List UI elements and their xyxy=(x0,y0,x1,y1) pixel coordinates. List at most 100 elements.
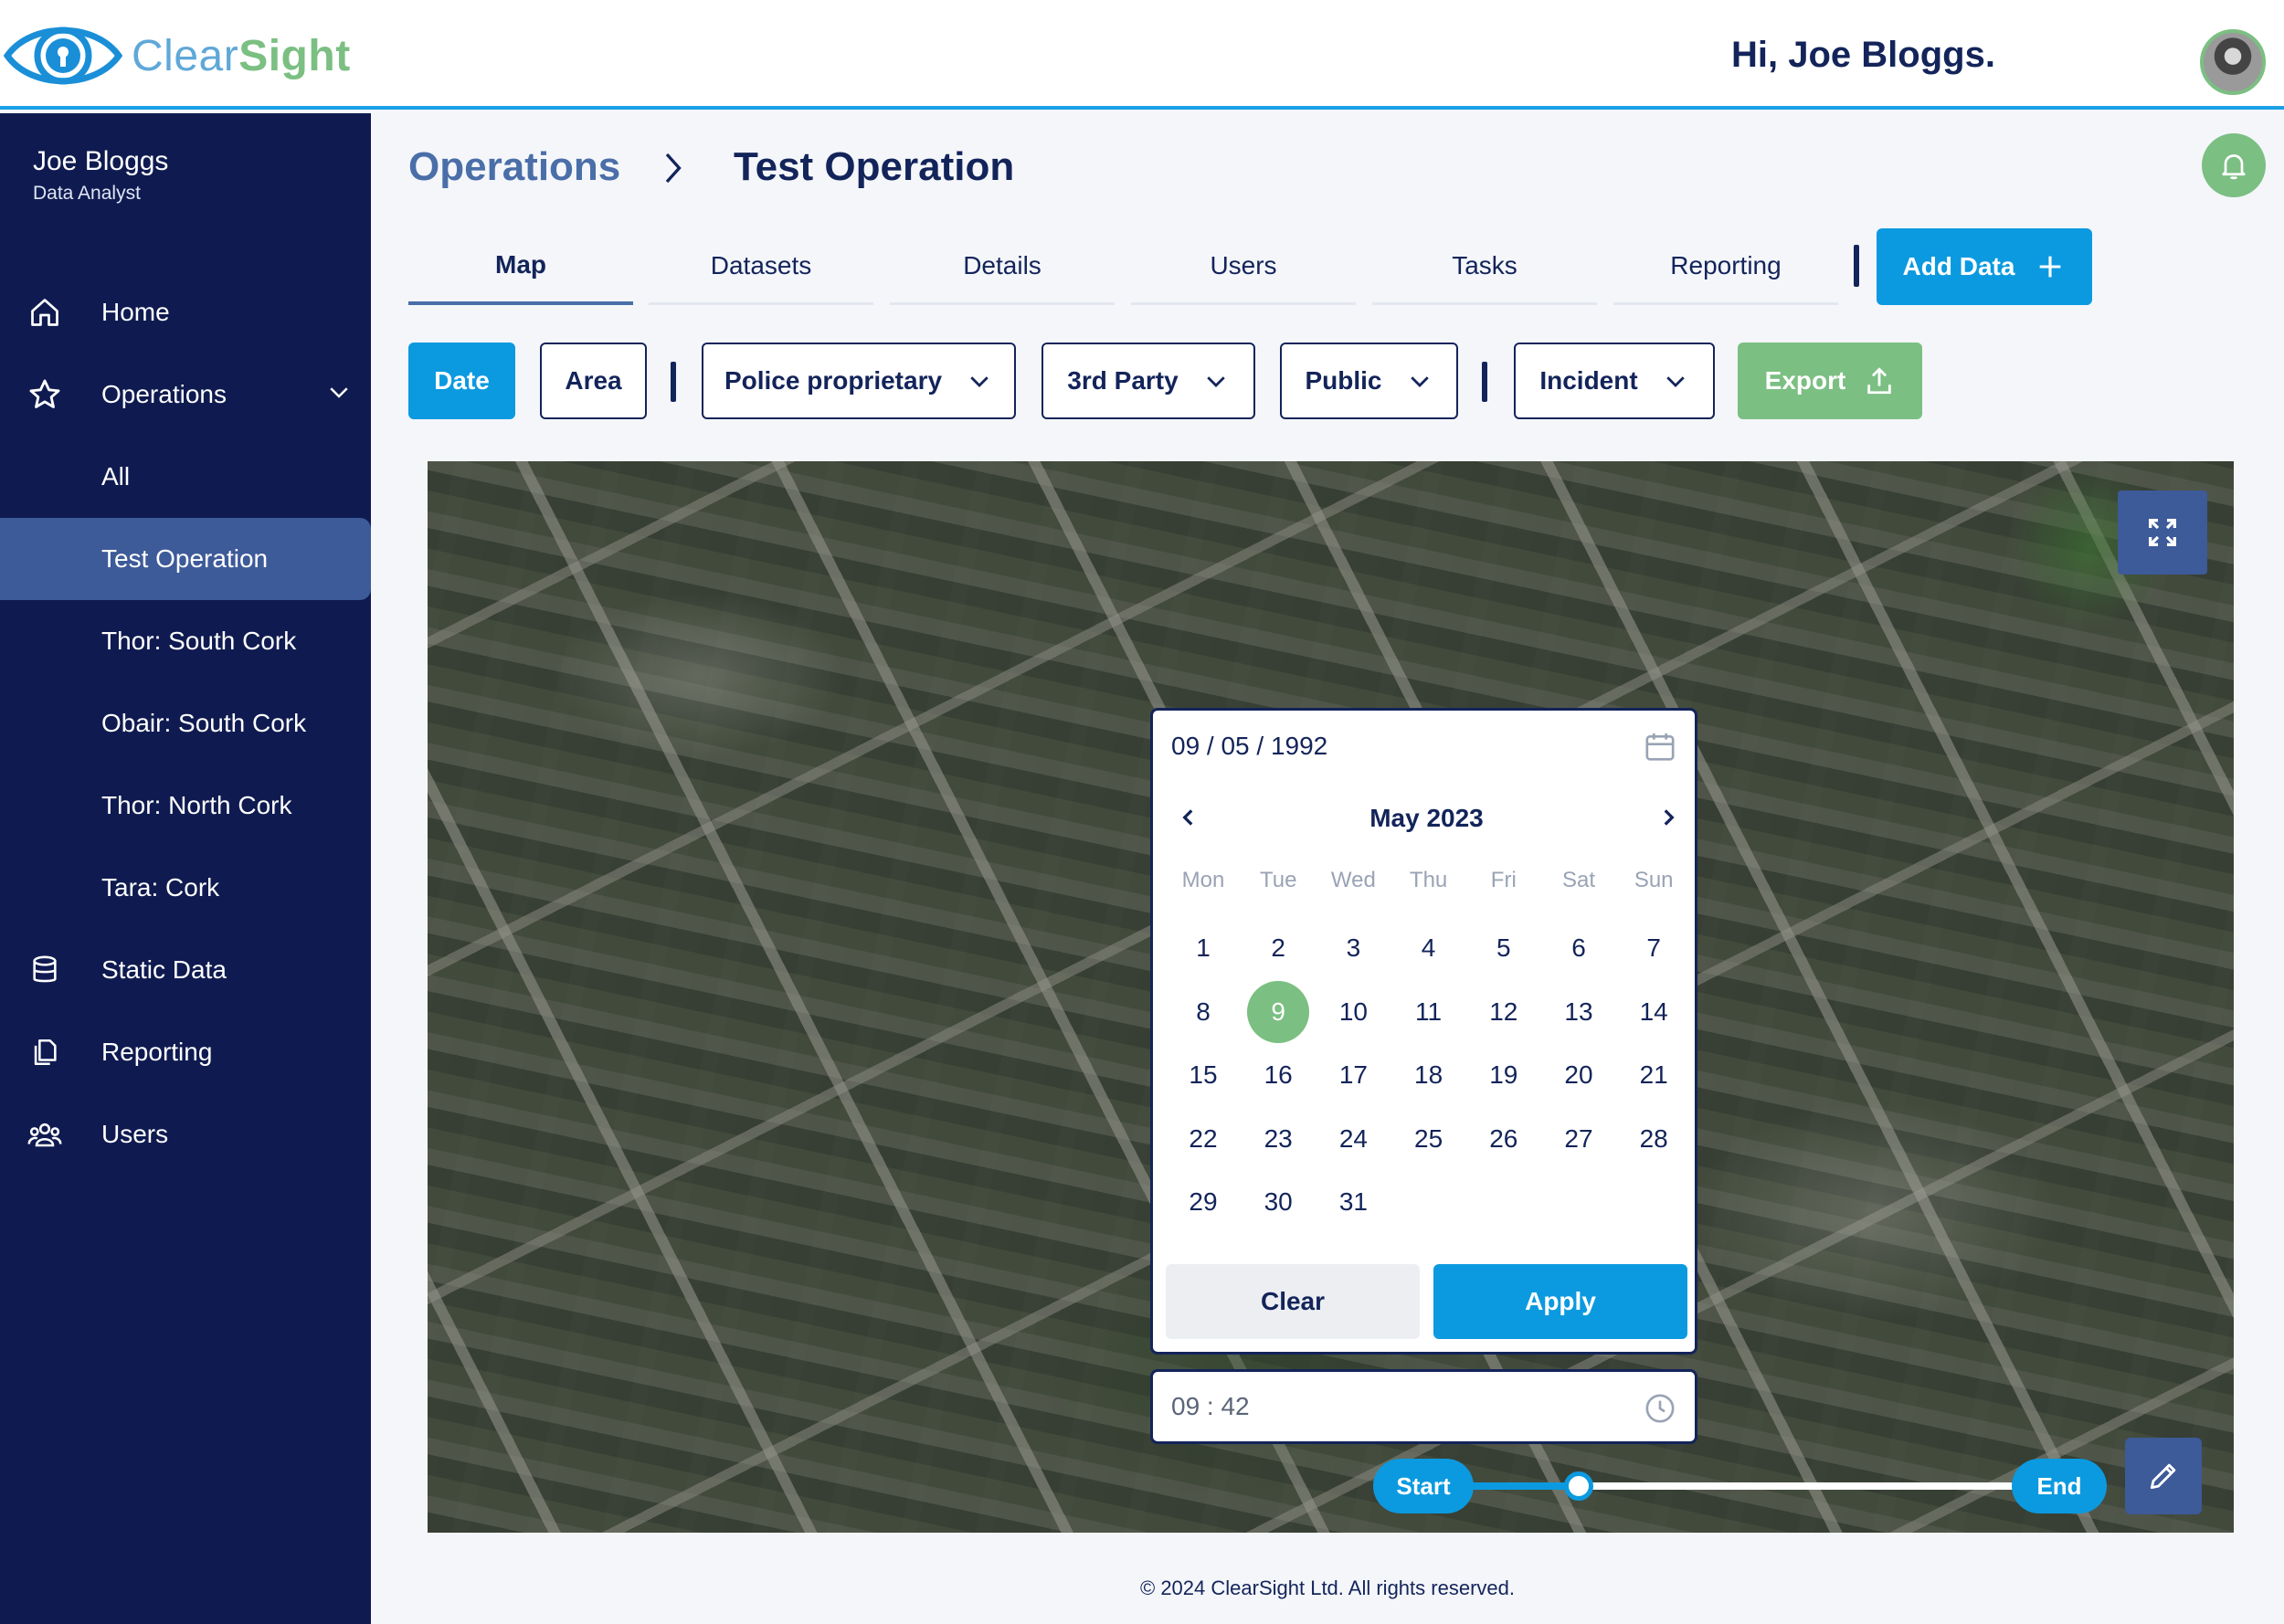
calendar-day[interactable]: 16 xyxy=(1247,1044,1309,1106)
sidebar-item-thor-north-cork[interactable]: Thor: North Cork xyxy=(0,765,371,847)
timeline-start-button[interactable]: Start xyxy=(1373,1459,1474,1513)
tab-details[interactable]: Details xyxy=(890,228,1115,305)
chevron-right-icon xyxy=(656,146,689,195)
calendar-day[interactable]: 8 xyxy=(1172,981,1234,1043)
clear-button[interactable]: Clear xyxy=(1166,1264,1420,1339)
tab-tasks[interactable]: Tasks xyxy=(1372,228,1597,305)
sidebar-item-test-operation[interactable]: Test Operation xyxy=(0,518,371,600)
divider xyxy=(1482,362,1487,402)
tab-users[interactable]: Users xyxy=(1131,228,1356,305)
logo[interactable]: ClearSight xyxy=(4,16,351,95)
sidebar-item-obair-south-cork[interactable]: Obair: South Cork xyxy=(0,682,371,765)
tab-map[interactable]: Map xyxy=(408,228,633,305)
calendar-day[interactable]: 19 xyxy=(1473,1044,1535,1106)
chevron-down-icon xyxy=(1665,376,1685,387)
add-data-button[interactable]: Add Data xyxy=(1877,228,2092,305)
timeline-end-button[interactable]: End xyxy=(2012,1459,2107,1513)
fullscreen-button[interactable] xyxy=(2118,490,2207,575)
calendar-day[interactable]: 13 xyxy=(1548,981,1610,1043)
calendar-day[interactable]: 29 xyxy=(1172,1171,1234,1233)
calendar-day[interactable]: 12 xyxy=(1473,981,1535,1043)
sidebar-item-label: Thor: North Cork xyxy=(101,791,292,819)
sidebar-item-label: Reporting xyxy=(101,1038,213,1066)
timeline-handle[interactable] xyxy=(1563,1471,1593,1501)
public-dropdown[interactable]: Public xyxy=(1280,343,1458,419)
date-input[interactable]: 09 / 05 / 1992 xyxy=(1150,708,1697,783)
time-input[interactable]: 09 : 42 xyxy=(1150,1369,1697,1444)
sidebar-user-role: Data Analyst xyxy=(33,183,141,204)
date-filter-button[interactable]: Date xyxy=(408,343,515,419)
export-button[interactable]: Export xyxy=(1738,343,1922,419)
pencil-icon xyxy=(2150,1463,2176,1490)
sidebar-item-tara-cork[interactable]: Tara: Cork xyxy=(0,847,371,929)
calendar-day[interactable]: 4 xyxy=(1398,917,1460,979)
time-input-value: 09 : 42 xyxy=(1171,1392,1250,1420)
calendar-day[interactable]: 22 xyxy=(1172,1108,1234,1170)
calendar-day[interactable]: 24 xyxy=(1322,1108,1384,1170)
sidebar-item-operations[interactable]: Operations xyxy=(0,353,371,436)
calendar-day[interactable]: 2 xyxy=(1247,917,1309,979)
calendar-month-label: May 2023 xyxy=(1369,804,1484,832)
calendar-day[interactable]: 18 xyxy=(1398,1044,1460,1106)
sidebar-item-thor-south-cork[interactable]: Thor: South Cork xyxy=(0,600,371,682)
sidebar-item-users[interactable]: Users xyxy=(0,1093,371,1176)
calendar-day[interactable]: 23 xyxy=(1247,1108,1309,1170)
edit-button[interactable] xyxy=(2125,1438,2202,1514)
police-proprietary-dropdown[interactable]: Police proprietary xyxy=(702,343,1016,419)
weekday-label: Wed xyxy=(1330,868,1376,892)
calendar-day[interactable]: 30 xyxy=(1247,1171,1309,1233)
apply-button[interactable]: Apply xyxy=(1433,1264,1687,1339)
calendar-day[interactable]: 26 xyxy=(1473,1108,1535,1170)
area-filter-button[interactable]: Area xyxy=(540,343,647,419)
sidebar: Joe Bloggs Data Analyst Home Operations … xyxy=(0,113,371,1624)
users-icon xyxy=(26,1115,64,1154)
calendar-day[interactable]: 14 xyxy=(1623,981,1685,1043)
eye-logo-icon xyxy=(4,26,122,85)
weekday-label: Sun xyxy=(1634,868,1674,892)
clock-icon[interactable] xyxy=(1642,1390,1678,1433)
calendar-day[interactable]: 25 xyxy=(1398,1108,1460,1170)
tab-reporting[interactable]: Reporting xyxy=(1613,228,1838,305)
calendar-day[interactable]: 5 xyxy=(1473,917,1535,979)
sidebar-item-static-data[interactable]: Static Data xyxy=(0,929,371,1011)
sidebar-item-label: Obair: South Cork xyxy=(101,709,307,737)
upload-icon xyxy=(1867,367,1892,395)
calendar-day[interactable]: 11 xyxy=(1398,981,1460,1043)
calendar-day[interactable]: 31 xyxy=(1322,1171,1384,1233)
calendar-day[interactable]: 28 xyxy=(1623,1108,1685,1170)
calendar-day[interactable]: 20 xyxy=(1548,1044,1610,1106)
sidebar-item-all[interactable]: All xyxy=(0,436,371,518)
sidebar-user-name: Joe Bloggs xyxy=(33,146,169,176)
calendar-day[interactable]: 10 xyxy=(1322,981,1384,1043)
breadcrumb-parent[interactable]: Operations xyxy=(408,144,620,190)
divider xyxy=(1854,245,1859,287)
sidebar-item-home[interactable]: Home xyxy=(0,271,371,353)
incident-dropdown[interactable]: Incident xyxy=(1514,343,1715,419)
calendar-popup: May 2023 Mon Tue Wed Thu Fri Sat Sun 123456789… xyxy=(1150,782,1697,1355)
calendar-day[interactable]: 21 xyxy=(1623,1044,1685,1106)
calendar-day[interactable]: 7 xyxy=(1623,917,1685,979)
calendar-day-selected[interactable]: 9 xyxy=(1247,980,1310,1043)
calendar-day[interactable]: 3 xyxy=(1322,917,1384,979)
weekday-label: Sat xyxy=(1561,868,1596,892)
chevron-down-icon[interactable] xyxy=(325,378,353,412)
plus-icon xyxy=(2040,256,2061,278)
sidebar-item-reporting[interactable]: Reporting xyxy=(0,1011,371,1093)
tab-datasets[interactable]: Datasets xyxy=(649,228,873,305)
calendar-icon[interactable] xyxy=(1642,729,1678,772)
weekday-label: Mon xyxy=(1181,868,1225,892)
weekday-label: Fri xyxy=(1490,868,1517,892)
calendar-day[interactable]: 27 xyxy=(1548,1108,1610,1170)
sidebar-item-label: Test Operation xyxy=(101,544,269,573)
calendar-day[interactable]: 15 xyxy=(1172,1044,1234,1106)
chevron-right-icon[interactable] xyxy=(1656,806,1680,834)
calendar-day[interactable]: 6 xyxy=(1548,917,1610,979)
add-data-label: Add Data xyxy=(1902,252,2015,280)
notification-bell-icon[interactable] xyxy=(2202,133,2266,197)
avatar[interactable] xyxy=(2200,29,2266,95)
calendar-day[interactable]: 17 xyxy=(1322,1044,1384,1106)
expand-icon xyxy=(2149,519,2176,546)
calendar-day[interactable]: 1 xyxy=(1172,917,1234,979)
third-party-dropdown[interactable]: 3rd Party xyxy=(1042,343,1255,419)
sidebar-item-label: All xyxy=(101,462,131,490)
